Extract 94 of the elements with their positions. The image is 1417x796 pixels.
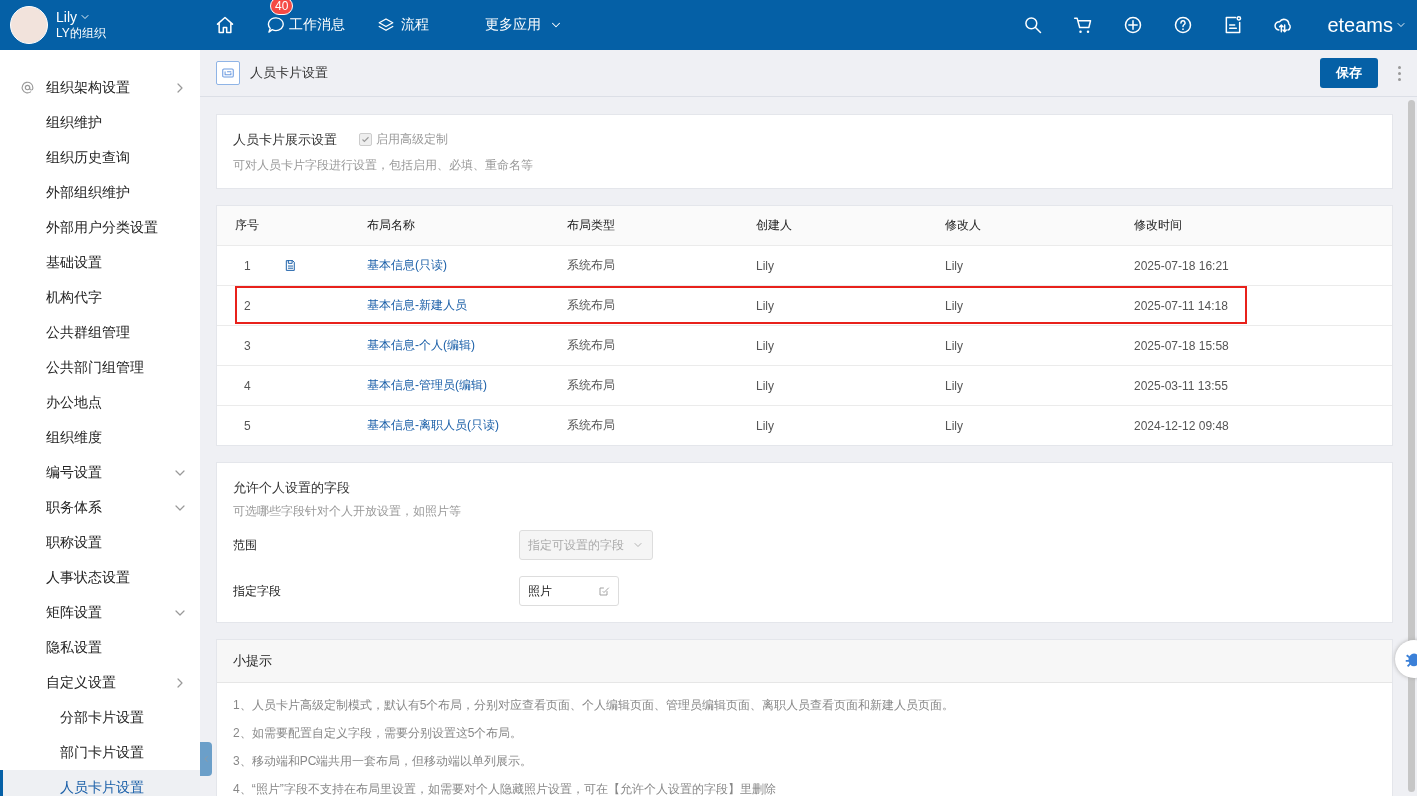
sidebar-item[interactable]: 自定义设置: [0, 665, 200, 700]
table-cell: 2024-12-12 09:48: [1134, 418, 1229, 433]
table-cell: 2025-07-11 14:18: [1134, 298, 1228, 313]
table-cell: Lily: [756, 418, 774, 433]
nav-link[interactable]: 流程: [377, 16, 429, 34]
sidebar-item[interactable]: 外部组织维护: [0, 175, 200, 210]
sidebar-item[interactable]: 职务体系: [0, 490, 200, 525]
sidebar-item[interactable]: 组织历史查询: [0, 140, 200, 175]
column-header: 修改人: [945, 218, 981, 232]
table-cell: Lily: [756, 378, 774, 393]
table-cell: Lily: [945, 298, 963, 313]
nav-menu[interactable]: 更多应用: [485, 16, 563, 34]
layers-icon: [377, 16, 395, 34]
column-header: 修改时间: [1134, 218, 1182, 232]
sidebar-item[interactable]: 编号设置: [0, 455, 200, 490]
sidebar-item[interactable]: 隐私设置: [0, 630, 200, 665]
tip-text: 3、移动端和PC端共用一套布局，但移动端以单列展示。: [232, 753, 534, 770]
sidebar-item[interactable]: 组织架构设置: [0, 70, 200, 105]
checkbox-label: 启用高级定制: [376, 131, 448, 148]
field-label: 指定字段: [233, 582, 282, 600]
sidebar-item[interactable]: 外部用户分类设置: [0, 210, 200, 245]
sidebar-item[interactable]: 部门卡片设置: [0, 735, 200, 770]
tip-text: 4、“照片”字段不支持在布局里设置，如需要对个人隐藏照片设置，可在【允许个人设置的字段】里删除: [232, 781, 777, 796]
sidebar-item[interactable]: 办公地点: [0, 385, 200, 420]
table-cell: Lily: [945, 258, 963, 273]
column-header: 创建人: [756, 218, 792, 232]
layout-name-link[interactable]: 基本信息-离职人员(只读): [367, 418, 499, 432]
layout-name-link[interactable]: 基本信息-新建人员: [367, 298, 467, 312]
home-icon[interactable]: [215, 15, 235, 35]
layout-name-link[interactable]: 基本信息(只读): [367, 258, 447, 272]
save-button[interactable]: 保存: [1320, 58, 1378, 88]
layout-name-link[interactable]: 基本信息-管理员(编辑): [367, 378, 487, 392]
table-cell: Lily: [756, 258, 774, 273]
table-cell: 系统布局: [567, 258, 615, 272]
collapse-handle[interactable]: [200, 742, 212, 776]
nav-link[interactable]: 工作消息: [267, 16, 345, 34]
user-name[interactable]: Lily: [56, 8, 77, 25]
column-header: 布局类型: [567, 218, 615, 232]
edit-icon: [598, 585, 610, 597]
sidebar-item[interactable]: 人事状态设置: [0, 560, 200, 595]
plus-icon[interactable]: [1123, 15, 1144, 35]
chevron-icon: [201, 754, 211, 764]
section-title: 人员卡片展示设置: [233, 132, 337, 147]
tip-text: 1、人员卡片高级定制模式，默认有5个布局，分别对应查看页面、个人编辑页面、管理员编辑页面、离职人员查看页面和新建人员页面。: [232, 697, 956, 714]
field-picker[interactable]: 照片: [519, 576, 619, 606]
row-number: 2: [244, 298, 251, 313]
cart-icon[interactable]: [1073, 15, 1094, 35]
table-cell: 2025-07-18 15:58: [1134, 338, 1229, 353]
row-number: 1: [244, 258, 251, 273]
organization-name: LY的组织: [56, 25, 106, 42]
table-cell: 2025-03-11 13:55: [1134, 378, 1228, 393]
table-cell: Lily: [945, 338, 963, 353]
field-label: 范围: [233, 536, 258, 554]
row-number: 4: [244, 378, 251, 393]
row-number: 5: [244, 418, 251, 433]
tip-text: 2、如需要配置自定义字段，需要分别设置这5个布局。: [232, 725, 524, 742]
sidebar-item[interactable]: 职称设置: [0, 525, 200, 560]
column-header: 序号: [235, 218, 259, 232]
section-description: 可对人员卡片字段进行设置，包括启用、必填、重命名等: [233, 157, 534, 174]
table-cell: 系统布局: [567, 338, 615, 352]
sidebar-item[interactable]: 人员卡片设置: [0, 770, 200, 796]
sidebar-item[interactable]: 组织维度: [0, 420, 200, 455]
table-cell: Lily: [945, 378, 963, 393]
chat-icon: [267, 16, 285, 34]
table-cell: 系统布局: [567, 298, 615, 312]
avatar[interactable]: [10, 6, 48, 44]
table-cell: 系统布局: [567, 378, 615, 392]
brand-menu[interactable]: eteams: [1327, 13, 1407, 37]
layout-name-link[interactable]: 基本信息-个人(编辑): [367, 338, 475, 352]
count-badge: 40: [270, 0, 294, 15]
page-title: 人员卡片设置: [250, 64, 329, 82]
row-number: 3: [244, 338, 251, 353]
help-icon[interactable]: [1173, 15, 1194, 35]
section-title: 允许个人设置的字段: [233, 479, 351, 497]
note-icon[interactable]: [1223, 15, 1244, 35]
table-cell: 2025-07-18 16:21: [1134, 258, 1229, 273]
section-description: 可选哪些字段针对个人开放设置，如照片等: [233, 503, 462, 520]
sidebar-item[interactable]: 公共部门组管理: [0, 350, 200, 385]
search-icon[interactable]: [1023, 15, 1044, 35]
sidebar-item[interactable]: 公共群组管理: [0, 315, 200, 350]
scrollbar[interactable]: [1408, 100, 1415, 792]
table-cell: Lily: [945, 418, 963, 433]
table-cell: Lily: [756, 298, 774, 313]
column-header: 布局名称: [367, 218, 415, 232]
section-title: 小提示: [217, 640, 1392, 683]
sidebar-item[interactable]: 组织维护: [0, 105, 200, 140]
table-cell: 系统布局: [567, 418, 615, 432]
sidebar-item[interactable]: 矩阵设置: [0, 595, 200, 630]
sidebar-item[interactable]: 基础设置: [0, 245, 200, 280]
table-cell: Lily: [756, 338, 774, 353]
at-icon: [20, 80, 35, 95]
page-icon: [216, 61, 240, 85]
sidebar-item[interactable]: 机构代字: [0, 280, 200, 315]
sidebar-item[interactable]: 分部卡片设置: [0, 700, 200, 735]
